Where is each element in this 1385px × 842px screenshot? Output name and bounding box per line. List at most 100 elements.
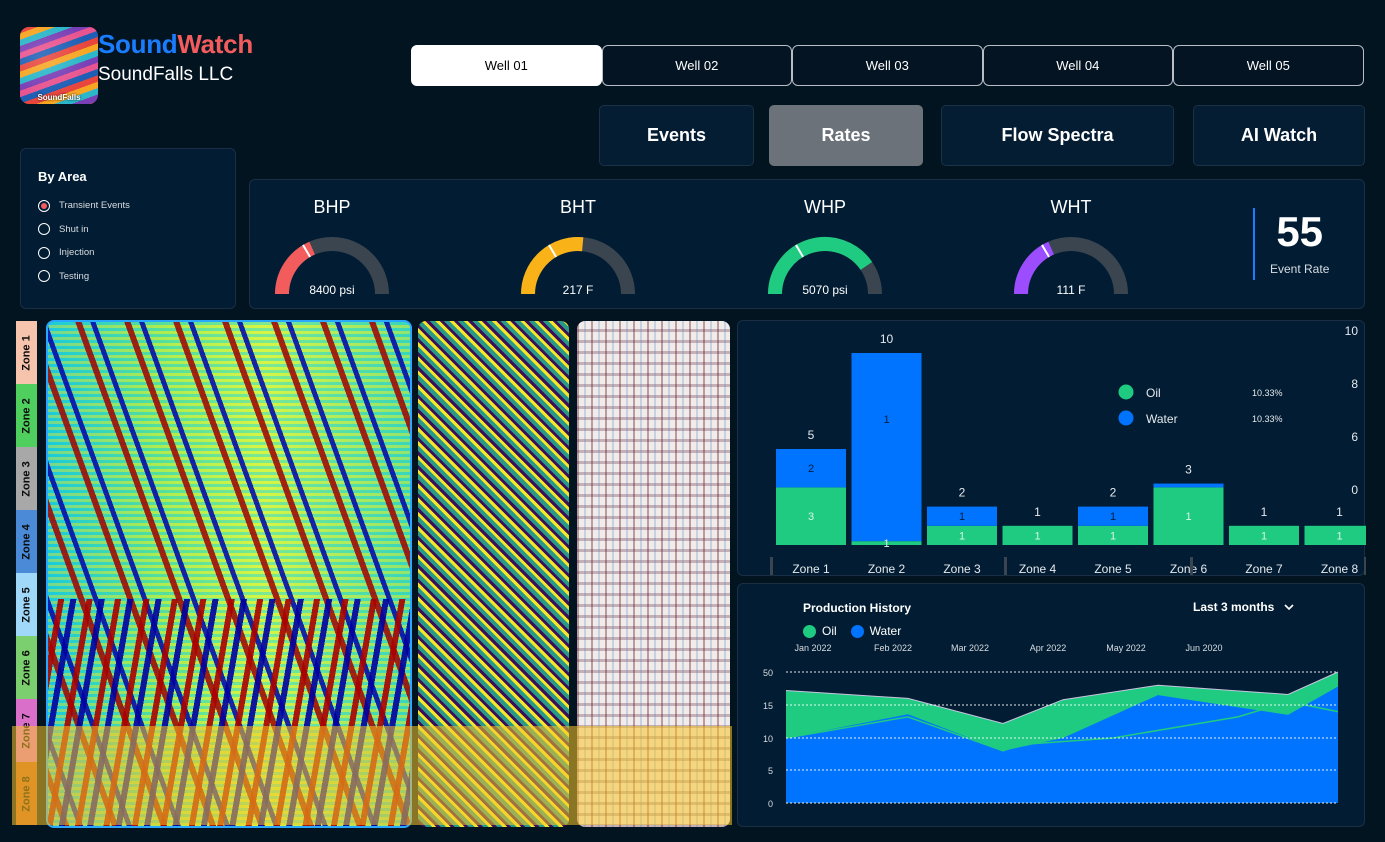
bar-water-label: 1 bbox=[1110, 511, 1116, 523]
axis-tick bbox=[1004, 557, 1007, 575]
tab-well-01[interactable]: Well 01 bbox=[411, 45, 602, 86]
radio-label: Shut in bbox=[59, 223, 89, 235]
axis-tick bbox=[1364, 557, 1367, 575]
gauge-bht: BHT 217 F bbox=[498, 180, 658, 308]
water-legend-dot-icon bbox=[1118, 410, 1134, 426]
bar-total-label: 1 bbox=[1336, 505, 1343, 519]
radio-label: Testing bbox=[59, 270, 90, 282]
x-tick-label: Jun 2020 bbox=[1185, 643, 1222, 653]
bar-chart-svg: 532Zone 11011Zone 2211Zone 311Zone 4211Z… bbox=[770, 324, 1375, 576]
area-chart-svg: 50151050Jan 2022 Feb 2022 Mar 2022 Apr 2022… bbox=[763, 643, 1339, 809]
x-tick-label: Zone 7 bbox=[1245, 562, 1283, 576]
bar-oil-label: 1 bbox=[1261, 530, 1267, 542]
radio-injection[interactable]: Injection bbox=[38, 241, 218, 265]
x-tick-label: May 2022 bbox=[1106, 643, 1146, 653]
bar-total-label: 2 bbox=[959, 486, 966, 500]
x-tick-label: Mar 2022 bbox=[951, 643, 989, 653]
bar-oil-label: 1 bbox=[1110, 530, 1116, 542]
zone-label-5[interactable]: Zone 5 bbox=[16, 573, 37, 636]
y-tick-label: 10 bbox=[1345, 324, 1359, 338]
legend-label: Oil bbox=[1146, 386, 1161, 400]
zone-label-8[interactable]: Zone 8 bbox=[16, 762, 37, 825]
bar-water bbox=[851, 353, 922, 542]
axis-tick bbox=[1190, 557, 1193, 575]
diverging-spectrum-heatmap[interactable] bbox=[577, 321, 730, 827]
radio-icon[interactable] bbox=[38, 270, 50, 283]
area-filter-title: By Area bbox=[38, 169, 87, 184]
gauge-title: WHT bbox=[1050, 197, 1092, 217]
x-tick-label: Apr 2022 bbox=[1030, 643, 1067, 653]
y-tick-label: 5 bbox=[768, 766, 773, 776]
x-tick-label: Zone 5 bbox=[1094, 562, 1132, 576]
axis-tick bbox=[770, 557, 773, 575]
zone-rates-bar-chart: 5 3 2 Zone 1 10 1 1 Zone 2 2 1 1 Zone 3 1 1 Zone 4211Z… bbox=[737, 320, 1375, 576]
event-rate-value: 55 bbox=[1276, 208, 1324, 255]
gauges-panel: BHP 8400 psi BHT 217 F WHP 5070 psi WHT … bbox=[249, 179, 1365, 309]
well-tabs: Well 01 Well 02 Well 03 Well 04 Well 05 bbox=[411, 45, 1364, 86]
bar-water-label: 1 bbox=[959, 511, 965, 523]
x-tick-label: Zone 4 bbox=[1019, 562, 1057, 576]
tab-rates[interactable]: Rates bbox=[769, 105, 923, 166]
event-rate-label: Event Rate bbox=[1270, 262, 1330, 276]
bar-total-label: 2 bbox=[1110, 486, 1117, 500]
bar-oil-label: 3 bbox=[808, 511, 814, 523]
y-tick-label: 10 bbox=[763, 734, 773, 744]
das-waterfall-heatmap[interactable] bbox=[46, 320, 412, 828]
gauge-bhp: BHP 8400 psi bbox=[252, 180, 412, 308]
radio-testing[interactable]: Testing bbox=[38, 265, 218, 289]
app-title-part2: Watch bbox=[177, 29, 253, 59]
x-tick-label: Feb 2022 bbox=[874, 643, 912, 653]
zone-label-7[interactable]: Zone 7 bbox=[16, 699, 37, 762]
bar-oil-label: 1 bbox=[883, 538, 889, 550]
tab-well-04[interactable]: Well 04 bbox=[982, 45, 1173, 86]
gauge-value: 5070 psi bbox=[802, 283, 848, 297]
bar-water bbox=[1153, 483, 1224, 488]
radio-icon[interactable] bbox=[38, 223, 50, 236]
oil-legend-dot-icon bbox=[1118, 384, 1134, 400]
y-tick-label: 0 bbox=[768, 799, 773, 809]
tab-well-05[interactable]: Well 05 bbox=[1173, 45, 1364, 86]
logo-text: SoundFalls bbox=[37, 93, 81, 102]
x-tick-label: Zone 2 bbox=[868, 562, 906, 576]
bar-total-label: 10 bbox=[880, 332, 894, 346]
viridis-spectrum-heatmap[interactable] bbox=[418, 321, 569, 827]
gauge-whp: WHP 5070 psi bbox=[745, 180, 905, 308]
x-tick-label: Zone 1 bbox=[792, 562, 830, 576]
bar-oil-label: 1 bbox=[1336, 530, 1342, 542]
radio-transient-events[interactable]: Transient Events bbox=[38, 194, 218, 218]
zone-label-6[interactable]: Zone 6 bbox=[16, 636, 37, 699]
tab-well-02[interactable]: Well 02 bbox=[601, 45, 792, 86]
gauge-title: WHP bbox=[804, 197, 846, 217]
bar-total-label: 1 bbox=[1034, 505, 1041, 519]
zone-label-4[interactable]: Zone 4 bbox=[16, 510, 37, 573]
app-title: SoundWatch bbox=[98, 29, 253, 60]
company-logo: SoundFalls bbox=[20, 27, 98, 104]
x-tick-label: Zone 6 bbox=[1170, 562, 1208, 576]
zone-label-1[interactable]: Zone 1 bbox=[16, 321, 37, 384]
company-name: SoundFalls LLC bbox=[98, 64, 234, 85]
gauge-title: BHT bbox=[560, 197, 596, 217]
bar-oil bbox=[1304, 525, 1375, 545]
bar-total-label: 3 bbox=[1185, 463, 1192, 477]
gauge-value: 111 F bbox=[1056, 283, 1086, 297]
zone-label-3[interactable]: Zone 3 bbox=[16, 447, 37, 510]
bar-total-label: 1 bbox=[1261, 505, 1268, 519]
zone-label-2[interactable]: Zone 2 bbox=[16, 384, 37, 447]
x-tick-label: Jan 2022 bbox=[794, 643, 831, 653]
radio-icon[interactable] bbox=[38, 246, 50, 259]
x-tick-label: Zone 8 bbox=[1321, 562, 1359, 576]
tab-events[interactable]: Events bbox=[599, 105, 754, 166]
radio-shut-in[interactable]: Shut in bbox=[38, 218, 218, 242]
tab-flow-spectra[interactable]: Flow Spectra bbox=[941, 105, 1174, 166]
gauge-wht: WHT 111 F bbox=[991, 180, 1151, 308]
radio-label: Transient Events bbox=[59, 200, 130, 212]
legend-label: Water bbox=[1146, 412, 1178, 426]
y-tick-label: 6 bbox=[1351, 430, 1358, 444]
bar-water-label: 2 bbox=[808, 463, 814, 475]
bar-oil-label: 1 bbox=[1185, 511, 1191, 523]
legend-percent: 10.33% bbox=[1252, 388, 1283, 398]
radio-label: Injection bbox=[59, 247, 95, 259]
radio-selected-icon[interactable] bbox=[38, 199, 50, 212]
tab-well-03[interactable]: Well 03 bbox=[792, 45, 983, 86]
tab-ai-watch[interactable]: AI Watch bbox=[1193, 105, 1365, 166]
